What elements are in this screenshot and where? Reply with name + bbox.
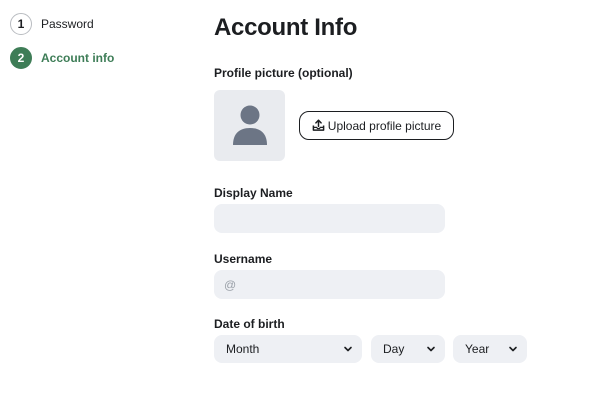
profile-picture-label: Profile picture (optional) <box>214 66 353 80</box>
chevron-down-icon <box>508 344 518 354</box>
step-number-badge: 1 <box>10 13 32 35</box>
month-select[interactable]: Month <box>214 335 362 363</box>
account-info-page: 1 Password 2 Account info Account Info P… <box>0 0 600 398</box>
step-account-info[interactable]: 2 Account info <box>10 46 114 70</box>
step-password[interactable]: 1 Password <box>10 12 114 36</box>
day-select[interactable]: Day <box>371 335 445 363</box>
username-label: Username <box>214 252 273 266</box>
page-title: Account Info <box>214 14 358 41</box>
upload-profile-picture-button[interactable]: Upload profile picture <box>299 111 454 140</box>
chevron-down-icon <box>343 344 353 354</box>
upload-tray-icon <box>312 119 325 132</box>
chevron-down-icon <box>426 344 436 354</box>
user-silhouette-icon <box>232 105 267 145</box>
day-select-value: Day <box>383 342 405 356</box>
display-name-input[interactable] <box>214 204 445 233</box>
signup-stepper: 1 Password 2 Account info <box>10 12 114 80</box>
step-label: Password <box>41 17 94 31</box>
step-number-badge: 2 <box>10 47 32 69</box>
upload-button-label: Upload profile picture <box>327 118 442 133</box>
avatar-placeholder <box>214 90 285 161</box>
date-of-birth-label: Date of birth <box>214 317 285 331</box>
month-select-value: Month <box>226 342 260 356</box>
step-label: Account info <box>41 51 115 65</box>
year-select-value: Year <box>465 342 490 356</box>
year-select[interactable]: Year <box>453 335 527 363</box>
display-name-label: Display Name <box>214 186 293 200</box>
username-input[interactable] <box>214 270 445 299</box>
